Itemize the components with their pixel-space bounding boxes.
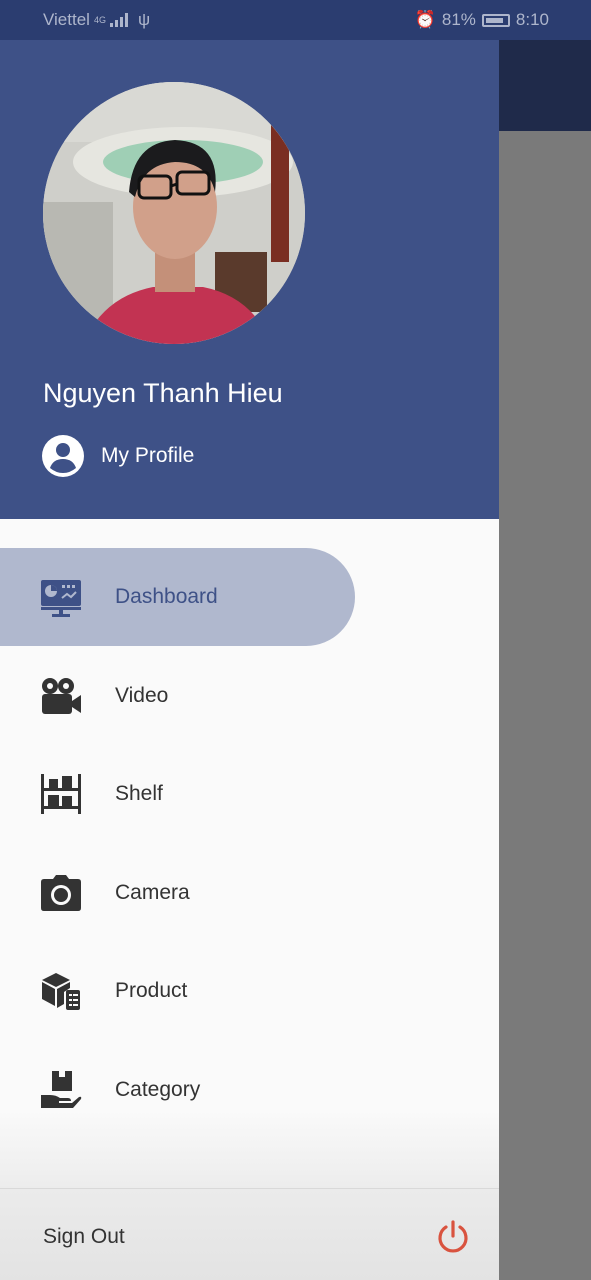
menu-label-video: Video <box>115 684 169 707</box>
video-camera-icon <box>42 678 81 714</box>
navigation-drawer: Nguyen Thanh Hieu My Profile Dashboard V… <box>0 0 499 1280</box>
alarm-icon: ⏰ <box>414 10 436 29</box>
status-bar: Viettel 4G ψ ⏰ 81% 8:10 <box>0 0 591 40</box>
menu-item-shelf[interactable]: Shelf <box>0 745 355 843</box>
menu-item-product[interactable]: Product <box>0 942 355 1040</box>
menu-item-camera[interactable]: Camera <box>0 844 355 942</box>
clock-time: 8:10 <box>515 10 549 29</box>
network-type: 4G <box>93 15 106 25</box>
menu-item-video[interactable]: Video <box>0 647 355 745</box>
category-icon <box>41 1071 82 1108</box>
my-profile-link[interactable]: My Profile <box>42 435 194 477</box>
usb-icon: ψ <box>137 10 151 29</box>
power-icon[interactable] <box>436 1220 470 1254</box>
sign-out-row[interactable]: Sign Out <box>0 1188 499 1280</box>
avatar[interactable] <box>43 82 305 344</box>
menu-label-camera: Camera <box>115 881 190 904</box>
signal-icon <box>109 13 128 27</box>
battery-percent: 81% <box>441 10 476 29</box>
camera-icon <box>41 875 81 911</box>
menu-item-dashboard[interactable]: Dashboard <box>0 548 355 646</box>
my-profile-label: My Profile <box>101 444 195 467</box>
battery-icon <box>481 13 510 27</box>
menu-label-product: Product <box>115 979 188 1002</box>
shelf-icon <box>41 774 81 814</box>
account-circle-icon <box>42 435 84 477</box>
user-name: Nguyen Thanh Hieu <box>43 378 283 408</box>
dashboard-icon <box>41 580 81 617</box>
sign-out-label: Sign Out <box>43 1225 125 1248</box>
product-icon <box>42 973 80 1010</box>
carrier-name: Viettel <box>43 10 90 29</box>
menu-label-shelf: Shelf <box>115 782 163 805</box>
footer-shadow <box>0 1110 499 1190</box>
menu-label-dashboard: Dashboard <box>115 585 218 608</box>
menu-label-category: Category <box>115 1078 201 1101</box>
